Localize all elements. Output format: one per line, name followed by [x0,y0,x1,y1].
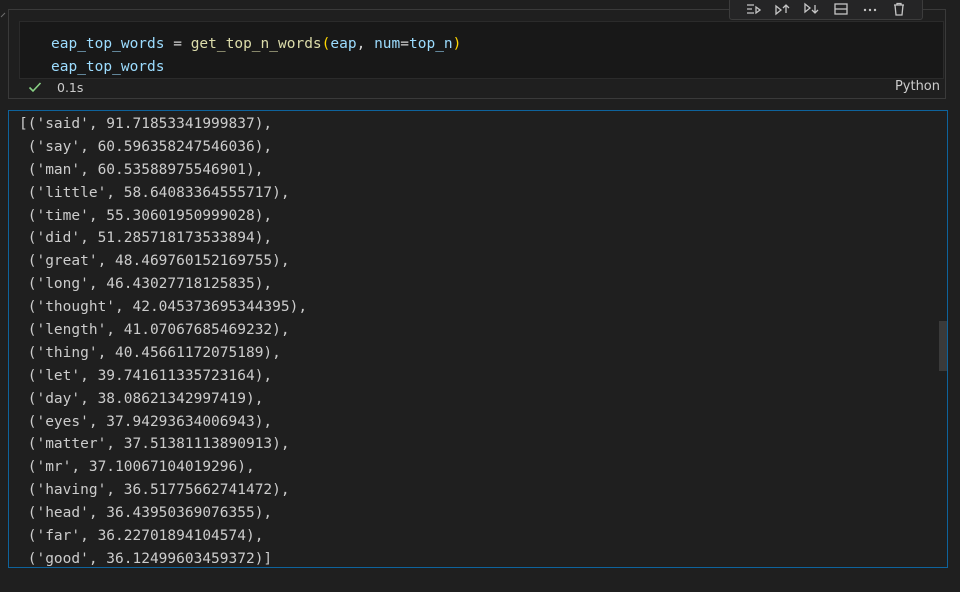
output-line: ('length', 41.07067685469232), [19,322,290,339]
output-line: ('head', 36.43950369076355), [19,505,273,522]
cell-language-picker[interactable]: Python [895,79,940,94]
code-line[interactable]: eap_top_words [51,56,165,79]
code-editor[interactable]: eap_top_words = get_top_n_words(eap, num… [19,21,944,79]
output-line: ('long', 46.43027718125835), [19,276,273,293]
output-line: ('thing', 40.45661172075189), [19,344,281,361]
execution-time: 0.1s [57,79,84,95]
collapse-chevron-icon[interactable] [0,8,6,18]
code-token: = [164,36,191,52]
output-line: ('mr', 37.10067104019296), [19,459,255,476]
output-line: [('said', 91.71853341999837), [19,116,273,132]
code-token: , [356,36,375,52]
code-token: num [374,36,401,52]
success-check-icon [27,79,43,95]
output-line: ('did', 51.285718173533894), [19,230,273,247]
output-line: ('time', 55.30601950999028), [19,207,273,224]
output-line: ('man', 60.53588975546901), [19,161,264,178]
more-actions-icon[interactable] [860,0,880,18]
output-line: ('day', 38.08621342997419), [19,390,264,407]
output-text: [('said', 91.71853341999837), ('say', 60… [19,113,308,567]
code-token: top_n [409,36,453,52]
code-token: = [400,36,409,52]
execute-below-icon[interactable] [801,0,821,18]
output-line: ('good', 36.12499603459372)] [19,550,273,567]
output-line: ('eyes', 37.94293634006943), [19,413,273,430]
output-line: ('thought', 42.045373695344395), [19,299,308,316]
cell-toolbar [729,0,923,20]
output-line: ('matter', 37.51381113890913), [19,436,290,453]
output-line: ('having', 36.51775662741472), [19,482,290,499]
notebook-editor: eap_top_words = get_top_n_words(eap, num… [0,0,960,592]
code-token: eap_top_words [51,59,165,75]
code-token: get_top_n_words [190,36,322,52]
split-cell-icon[interactable] [831,0,851,18]
execution-status: 0.1s [27,77,83,97]
execute-above-icon[interactable] [772,0,792,18]
output-scrollbar[interactable] [939,321,947,371]
code-token: eap [330,36,357,52]
output-line: ('far', 36.22701894104574), [19,528,264,545]
output-line: ('great', 48.469760152169755), [19,253,290,270]
code-token: ) [452,36,462,52]
code-token: eap_top_words [51,36,165,52]
cell-output[interactable]: [('said', 91.71853341999837), ('say', 60… [8,110,948,568]
code-line[interactable]: eap_top_words = get_top_n_words(eap, num… [51,33,461,56]
output-line: ('say', 60.596358247546036), [19,138,273,155]
output-line: ('little', 58.64083364555717), [19,184,290,201]
run-by-line-icon[interactable] [743,0,763,18]
code-cell[interactable]: eap_top_words = get_top_n_words(eap, num… [8,0,946,99]
delete-icon[interactable] [889,0,909,18]
output-line: ('let', 39.741611335723164), [19,367,273,384]
